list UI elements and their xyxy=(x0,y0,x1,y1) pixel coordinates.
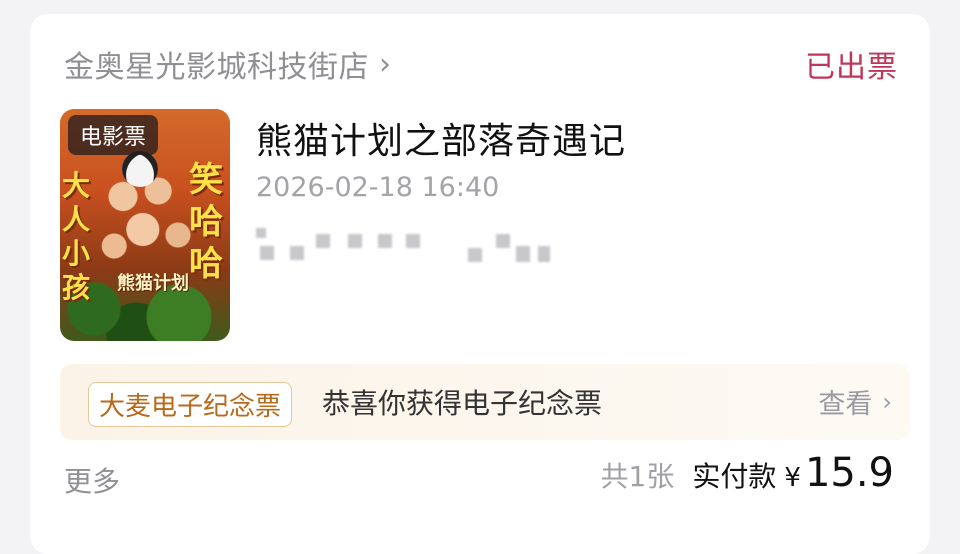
souvenir-message: 恭喜你获得电子纪念票 xyxy=(322,387,603,420)
more-button[interactable]: 更多 xyxy=(64,460,120,500)
ticket-count: 共1张 xyxy=(600,460,675,493)
view-label: 查看 xyxy=(818,389,873,420)
currency-symbol: ¥ xyxy=(784,463,801,493)
poster-logo: 熊猫计划 xyxy=(117,273,189,294)
showtime: 2026-02-18 16:40 xyxy=(256,172,500,203)
souvenir-badge: 大麦电子纪念票 xyxy=(88,382,293,427)
payment-summary: 共1张 实付款 ¥ 15.9 xyxy=(601,450,894,496)
redacted-seat-info xyxy=(256,224,556,264)
ticket-type-tag: 电影票 xyxy=(68,115,159,155)
movie-title: 熊猫计划之部落奇遇记 xyxy=(256,121,627,162)
chevron-right-icon: › xyxy=(379,46,392,82)
chevron-right-icon: › xyxy=(882,387,892,416)
poster-slogan-right: 笑哈哈 xyxy=(189,160,223,284)
poster-slogan-left: 大人小孩 xyxy=(62,169,91,304)
order-status: 已出票 xyxy=(805,50,898,85)
panda-figure xyxy=(122,151,158,187)
paid-amount: 15.9 xyxy=(804,450,894,496)
store-name: 金奥星光影城科技街店 xyxy=(64,50,369,85)
movie-poster[interactable]: 大人小孩 笑哈哈 熊猫计划 电影票 xyxy=(60,109,230,341)
view-button[interactable]: 查看 › xyxy=(818,382,892,421)
order-card[interactable]: 金奥星光影城科技街店 › 已出票 大人小孩 笑哈哈 熊猫计划 电影票 熊猫计划之… xyxy=(30,14,930,554)
souvenir-ticket-banner[interactable]: 大麦电子纪念票 恭喜你获得电子纪念票 查看 › xyxy=(60,364,910,440)
store-link[interactable]: 金奥星光影城科技街店 › xyxy=(64,42,392,86)
paid-label: 实付款 xyxy=(692,460,777,493)
